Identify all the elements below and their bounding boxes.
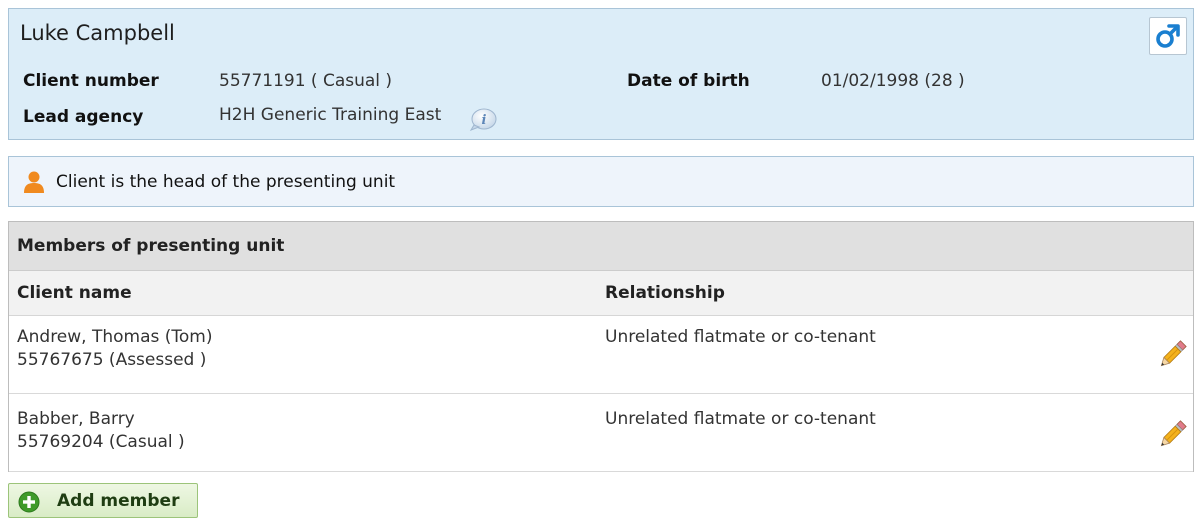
member-relationship: Unrelated flatmate or co-tenant	[605, 409, 876, 429]
head-of-unit-notice: Client is the head of the presenting uni…	[8, 156, 1194, 207]
client-number-value: 55771191 ( Casual )	[219, 71, 393, 91]
svg-text:i: i	[482, 113, 487, 128]
male-symbol-icon[interactable]	[1149, 17, 1187, 55]
client-summary-panel: Luke Campbell Client number 55771191 ( C…	[8, 8, 1194, 140]
member-name: Babber, Barry	[17, 409, 135, 429]
table-row: Babber, Barry 55769204 (Casual ) Unrelat…	[9, 394, 1193, 472]
members-table-title: Members of presenting unit	[17, 236, 285, 256]
person-icon	[23, 170, 45, 194]
lead-agency-label: Lead agency	[23, 107, 144, 127]
pencil-edit-icon[interactable]	[1155, 338, 1189, 372]
client-number-label: Client number	[23, 71, 159, 91]
head-notice-text: Client is the head of the presenting uni…	[56, 172, 396, 192]
table-row: Andrew, Thomas (Tom) 55767675 (Assessed …	[9, 316, 1193, 394]
members-table: Members of presenting unit Client name R…	[8, 221, 1194, 472]
member-number: 55767675 (Assessed )	[17, 350, 207, 370]
lead-agency-value: H2H Generic Training East	[219, 105, 442, 125]
plus-circle-icon	[18, 491, 40, 513]
members-table-header: Client name Relationship	[9, 271, 1193, 316]
member-relationship: Unrelated flatmate or co-tenant	[605, 327, 876, 347]
add-member-button[interactable]: Add member	[8, 483, 198, 518]
dob-label: Date of birth	[627, 71, 750, 91]
client-name: Luke Campbell	[20, 21, 175, 45]
dob-value: 01/02/1998 (28 )	[821, 71, 965, 91]
add-member-label: Add member	[57, 491, 180, 511]
member-name: Andrew, Thomas (Tom)	[17, 327, 213, 347]
column-header-client-name: Client name	[17, 283, 132, 303]
column-header-relationship: Relationship	[605, 283, 725, 303]
info-icon[interactable]: i	[468, 107, 498, 131]
member-number: 55769204 (Casual )	[17, 432, 185, 452]
members-table-title-bar: Members of presenting unit	[9, 222, 1193, 271]
pencil-edit-icon[interactable]	[1155, 418, 1189, 452]
